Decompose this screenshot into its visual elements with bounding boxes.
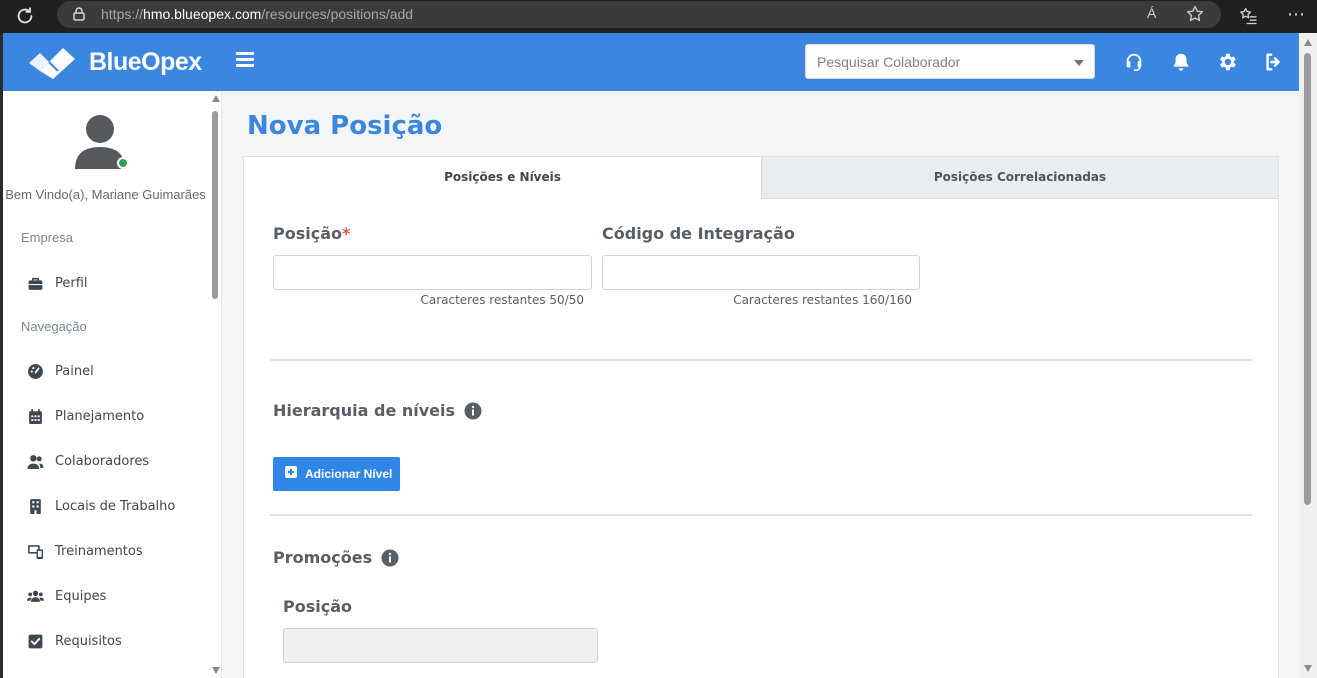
user-avatar-icon[interactable] [73, 113, 128, 171]
notifications-bell-icon[interactable] [1170, 51, 1192, 73]
read-aloud-icon[interactable]: Á [1147, 5, 1156, 21]
promotions-section-title: Promoções [273, 548, 399, 567]
lock-icon[interactable] [71, 6, 87, 22]
chevron-down-icon [1074, 60, 1084, 66]
sidebar-item-treinamentos[interactable]: Treinamentos [27, 540, 143, 562]
required-asterisk: * [342, 224, 351, 243]
favorites-list-icon[interactable] [1239, 6, 1259, 26]
page-scroll-thumb[interactable] [1304, 53, 1311, 505]
users-icon [27, 454, 44, 469]
sidebar-item-label: Painel [55, 363, 94, 379]
add-level-button[interactable]: Adicionar Nível [273, 457, 400, 491]
blueopex-logo-icon [29, 48, 75, 79]
calendar-icon [29, 408, 42, 424]
briefcase-icon [28, 277, 43, 290]
checkbox-icon [28, 634, 43, 648]
brand-name: BlueOpex [89, 47, 202, 76]
training-icon [28, 544, 43, 559]
hierarchy-title-text: Hierarquia de níveis [273, 401, 456, 420]
scroll-up-arrow-icon[interactable] [1304, 39, 1312, 46]
sidebar-item-label: Planejamento [55, 408, 145, 424]
sidebar-item-label: Locais de Trabalho [55, 498, 176, 514]
info-icon[interactable] [464, 402, 482, 420]
plus-square-icon [285, 466, 297, 478]
team-icon [27, 590, 44, 602]
more-options-icon[interactable]: ⋯ [1287, 4, 1306, 25]
sidebar-item-label: Equipes [55, 588, 107, 604]
dashboard-gauge-icon [28, 363, 43, 379]
reload-icon[interactable] [14, 5, 36, 27]
promotions-title-text: Promoções [273, 548, 373, 567]
sidebar-item-label: Requisitos [55, 633, 122, 649]
url-host: hmo.blueopex.com [143, 6, 262, 22]
url-path: /resources/positions/add [261, 6, 414, 22]
page-scrollbar[interactable] [1299, 33, 1317, 678]
scroll-up-arrow-icon[interactable] [212, 95, 220, 102]
tab-posicoes-e-niveis[interactable]: Posições e Níveis [244, 157, 761, 199]
address-bar[interactable]: https://hmo.blueopex.com/resources/posit… [57, 1, 1221, 28]
sidebar-item-perfil[interactable]: Perfil [27, 272, 88, 294]
sidebar: Bem Vindo(a), Mariane Guimarães Empresa … [3, 91, 222, 678]
sidebar-item-painel[interactable]: Painel [27, 360, 94, 382]
integration-code-label: Código de Integração [602, 224, 795, 243]
page-title: Nova Posição [247, 111, 443, 141]
settings-gear-icon[interactable] [1216, 51, 1238, 73]
tab-posicoes-correlacionadas[interactable]: Posições Correlacionadas [761, 157, 1278, 199]
search-placeholder: Pesquisar Colaborador [817, 54, 961, 70]
sidebar-item-equipes[interactable]: Equipes [27, 585, 106, 607]
sidebar-scrollbar[interactable] [209, 91, 221, 678]
app-window: BlueOpex Pesquisar Colaborador Bem Vindo… [3, 33, 1299, 678]
logout-icon[interactable] [1263, 51, 1285, 73]
sidebar-scroll-thumb[interactable] [212, 111, 218, 299]
building-icon [30, 498, 41, 514]
promotion-position-input [283, 628, 598, 663]
position-input[interactable] [273, 255, 592, 290]
position-label-text: Posição [273, 224, 342, 243]
integration-code-input[interactable] [602, 255, 920, 290]
scroll-down-arrow-icon[interactable] [1304, 665, 1312, 672]
support-headset-icon[interactable] [1123, 51, 1145, 73]
url-text[interactable]: https://hmo.blueopex.com/resources/posit… [101, 6, 413, 22]
employee-search-select[interactable]: Pesquisar Colaborador [805, 44, 1095, 79]
info-icon[interactable] [381, 549, 399, 567]
position-field-label: Posição* [273, 224, 350, 243]
integration-char-counter: Caracteres restantes 160/160 [733, 293, 912, 307]
section-divider [270, 514, 1252, 516]
sidebar-section-navegacao: Navegação [21, 319, 87, 334]
welcome-text: Bem Vindo(a), Mariane Guimarães [5, 187, 206, 202]
sidebar-item-requisitos[interactable]: Requisitos [27, 630, 122, 652]
url-scheme: https:// [101, 6, 144, 22]
sidebar-item-label: Treinamentos [55, 543, 143, 559]
sidebar-item-label: Colaboradores [55, 453, 150, 469]
sidebar-item-colaboradores[interactable]: Colaboradores [27, 450, 149, 472]
promotion-position-label: Posição [283, 597, 352, 616]
sidebar-section-empresa: Empresa [21, 230, 74, 245]
hamburger-menu-icon[interactable] [236, 52, 254, 68]
browser-toolbar: https://hmo.blueopex.com/resources/posit… [0, 0, 1317, 33]
section-divider [270, 359, 1252, 361]
favorite-star-icon[interactable] [1185, 4, 1205, 24]
add-level-label: Adicionar Nível [305, 467, 393, 481]
hierarchy-section-title: Hierarquia de níveis [273, 401, 482, 420]
sidebar-item-planejamento[interactable]: Planejamento [27, 405, 144, 427]
sidebar-item-label: Perfil [55, 275, 88, 291]
scroll-down-arrow-icon[interactable] [212, 667, 220, 674]
top-navbar: BlueOpex Pesquisar Colaborador [3, 33, 1299, 91]
position-char-counter: Caracteres restantes 50/50 [420, 293, 584, 307]
sidebar-item-locais-de-trabalho[interactable]: Locais de Trabalho [27, 495, 175, 517]
position-form-card: Posições e Níveis Posições Correlacionad… [243, 156, 1279, 678]
brand-logo[interactable]: BlueOpex [27, 45, 202, 79]
